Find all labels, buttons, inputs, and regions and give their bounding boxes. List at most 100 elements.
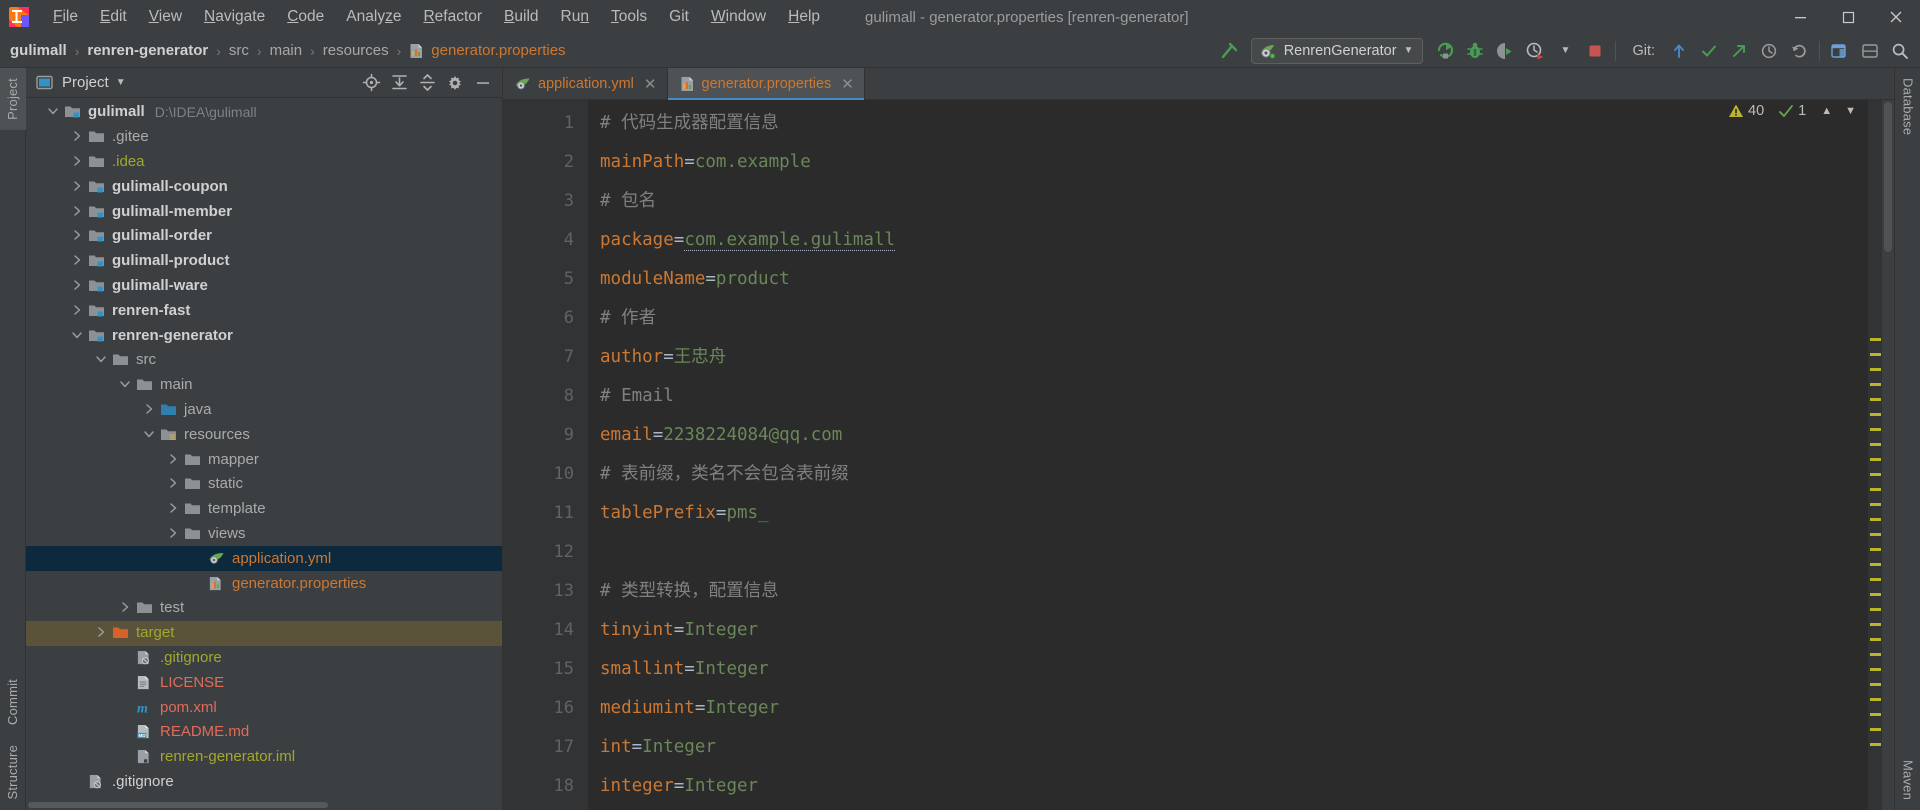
git-history-icon[interactable] <box>1755 38 1783 64</box>
warning-marker[interactable] <box>1870 458 1881 461</box>
tree-item-gitignore[interactable]: .gitignore <box>26 646 502 671</box>
close-button[interactable] <box>1872 0 1920 34</box>
tree-item-gulimall[interactable]: gulimall D:\IDEA\gulimall <box>26 100 502 125</box>
build-hammer-icon[interactable] <box>1215 38 1243 64</box>
chevron-right-icon[interactable] <box>94 625 110 641</box>
project-tree[interactable]: gulimall D:\IDEA\gulimall .gitee .idea gulim… <box>26 98 502 801</box>
warning-marker[interactable] <box>1870 743 1881 746</box>
run-icon[interactable] <box>1431 38 1459 64</box>
menu-navigate[interactable]: Navigate <box>193 5 276 29</box>
tree-item-renren-fast[interactable]: renren-fast <box>26 298 502 323</box>
code-content[interactable]: # 代码生成器配置信息 mainPath=com.example # 包名 packa… <box>588 100 1868 810</box>
tree-item-gitignore[interactable]: .gitignore <box>26 770 502 795</box>
breadcrumb-item-src[interactable]: src <box>227 42 251 59</box>
git-update-icon[interactable] <box>1665 38 1693 64</box>
scrollbar-thumb[interactable] <box>28 802 328 808</box>
code-line[interactable]: # 表前缀，类名不会包含表前缀 <box>600 455 1868 494</box>
tree-item-java[interactable]: java <box>26 398 502 423</box>
git-push-icon[interactable] <box>1725 38 1753 64</box>
warning-marker[interactable] <box>1870 368 1881 371</box>
tree-item-generator-properties[interactable]: generator.properties <box>26 571 502 596</box>
tree-item-pom-xml[interactable]: m pom.xml <box>26 695 502 720</box>
hide-panel-icon[interactable] <box>470 71 496 95</box>
more-run-options-dropdown-icon[interactable]: ▼ <box>1551 38 1579 64</box>
expand-all-icon[interactable] <box>386 71 412 95</box>
typo-indicator[interactable]: 1 <box>1778 103 1806 119</box>
project-view-dropdown-icon[interactable]: ▼ <box>116 77 126 88</box>
warning-marker[interactable] <box>1870 518 1881 521</box>
code-line-blank[interactable] <box>600 533 1868 572</box>
menu-view[interactable]: View <box>138 5 193 29</box>
warning-marker[interactable] <box>1870 728 1881 731</box>
chevron-right-icon[interactable] <box>70 303 86 319</box>
warning-marker[interactable] <box>1870 593 1881 596</box>
chevron-right-icon[interactable] <box>70 129 86 145</box>
tree-item-readme-md[interactable]: MD README.md <box>26 720 502 745</box>
tree-item-views[interactable]: views <box>26 522 502 547</box>
chevron-right-icon[interactable] <box>166 501 182 517</box>
menu-window[interactable]: Window <box>700 5 777 29</box>
menu-file[interactable]: File <box>42 5 89 29</box>
locate-target-icon[interactable] <box>358 71 384 95</box>
git-rollback-icon[interactable] <box>1785 38 1813 64</box>
warning-marker[interactable] <box>1870 668 1881 671</box>
warning-marker[interactable] <box>1870 503 1881 506</box>
code-line[interactable]: smallint=Integer <box>600 650 1868 689</box>
profile-icon[interactable] <box>1521 38 1549 64</box>
debug-icon[interactable] <box>1461 38 1489 64</box>
stripe-button-maven[interactable]: Maven <box>1895 750 1920 810</box>
breadcrumb-item-generator-properties[interactable]: generator.properties <box>429 42 567 59</box>
chevron-down-icon[interactable]: ▼ <box>1404 45 1414 56</box>
search-everywhere-icon[interactable] <box>1826 38 1854 64</box>
stripe-button-database[interactable]: Database <box>1895 68 1920 145</box>
tree-item-renren-generator-iml[interactable]: renren-generator.iml <box>26 745 502 770</box>
warning-marker[interactable] <box>1870 713 1881 716</box>
chevron-down-icon[interactable] <box>70 328 86 344</box>
code-line[interactable]: # 包名 <box>600 182 1868 221</box>
tree-item-renren-generator[interactable]: renren-generator <box>26 323 502 348</box>
tree-item-license[interactable]: LICENSE <box>26 670 502 695</box>
tree-item-static[interactable]: static <box>26 472 502 497</box>
warning-marker[interactable] <box>1870 638 1881 641</box>
warning-marker[interactable] <box>1870 608 1881 611</box>
stop-icon[interactable] <box>1581 38 1609 64</box>
warning-marker[interactable] <box>1870 398 1881 401</box>
warning-indicator[interactable]: 40 <box>1728 103 1764 119</box>
settings-gear-icon[interactable] <box>442 71 468 95</box>
maximize-button[interactable] <box>1824 0 1872 34</box>
chevron-up-icon[interactable]: ▲ <box>1821 105 1832 117</box>
close-icon[interactable]: ✕ <box>644 75 657 93</box>
warning-marker[interactable] <box>1870 623 1881 626</box>
minimize-button[interactable] <box>1776 0 1824 34</box>
warning-marker[interactable] <box>1870 338 1881 341</box>
code-line[interactable]: tinyint=Integer <box>600 611 1868 650</box>
close-icon[interactable]: ✕ <box>841 75 854 93</box>
run-with-coverage-icon[interactable] <box>1491 38 1519 64</box>
run-configuration-selector[interactable]: RenrenGenerator ▼ <box>1250 37 1424 64</box>
code-line[interactable]: # 代码生成器配置信息 <box>600 104 1868 143</box>
stripe-button-commit[interactable]: Commit <box>0 669 26 735</box>
code-line[interactable]: tablePrefix=pms_ <box>600 494 1868 533</box>
tree-item-mapper[interactable]: mapper <box>26 447 502 472</box>
code-line[interactable]: moduleName=product <box>600 260 1868 299</box>
breadcrumb-item-main[interactable]: main <box>268 42 305 59</box>
code-line[interactable]: email=2238224084@qq.com <box>600 416 1868 455</box>
settings-gear-icon[interactable] <box>1856 38 1884 64</box>
menu-help[interactable]: Help <box>777 5 831 29</box>
chevron-down-icon[interactable] <box>118 377 134 393</box>
tree-item-gitee[interactable]: .gitee <box>26 125 502 150</box>
tree-item-resources[interactable]: resources <box>26 422 502 447</box>
tree-item-idea[interactable]: .idea <box>26 150 502 175</box>
tree-item-application-yml[interactable]: application.yml <box>26 546 502 572</box>
search-icon[interactable] <box>1886 38 1914 64</box>
editor-vertical-scrollbar[interactable] <box>1882 100 1894 810</box>
chevron-right-icon[interactable] <box>70 154 86 170</box>
chevron-right-icon[interactable] <box>166 526 182 542</box>
warning-marker[interactable] <box>1870 653 1881 656</box>
tree-item-gulimall-member[interactable]: gulimall-member <box>26 199 502 224</box>
stripe-button-project[interactable]: Project <box>0 68 26 130</box>
code-line[interactable]: int=Integer <box>600 728 1868 767</box>
breadcrumb-item-resources[interactable]: resources <box>321 42 391 59</box>
menu-tools[interactable]: Tools <box>600 5 658 29</box>
git-commit-icon[interactable] <box>1695 38 1723 64</box>
